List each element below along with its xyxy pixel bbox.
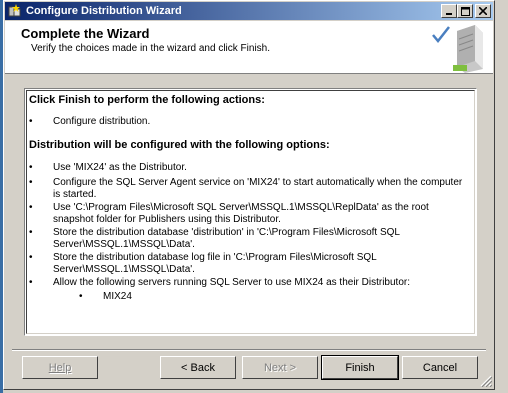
maximize-icon [460,6,470,16]
button-separator [12,349,486,351]
wizard-header: Complete the Wizard Verify the choices m… [5,21,493,74]
list-item: • Use 'C:\Program Files\Microsoft SQL Se… [29,202,429,225]
page-title: Complete the Wizard [21,26,150,41]
list-item: • Configure the SQL Server Agent service… [29,177,463,200]
close-icon [479,7,487,15]
list-item: • Store the distribution database 'distr… [29,227,400,250]
next-button[interactable]: Next > [242,356,318,379]
back-button[interactable]: < Back [160,356,236,379]
minimize-button[interactable] [441,4,457,18]
options-heading: Distribution will be configured with the… [29,139,330,151]
list-item: • Configure distribution. [29,116,151,127]
list-item: • Allow the following servers running SQ… [29,277,411,288]
resize-grip-icon[interactable] [480,375,492,387]
server-list-item: • MIX24 [79,291,132,302]
help-button[interactable]: Help [22,356,98,379]
title-bar[interactable]: Configure Distribution Wizard [5,2,493,20]
wizard-app-icon [7,3,23,19]
server-checkmark-icon [432,25,483,73]
finish-button[interactable]: Finish [321,355,399,380]
summary-panel[interactable]: Click Finish to perform the following ac… [24,88,477,336]
wizard-window: Configure Distribution Wizard Complete t… [3,0,495,390]
window-controls [441,4,491,18]
list-item: • Use 'MIX24' as the Distributor. [29,162,187,173]
page-subtitle: Verify the choices made in the wizard an… [31,43,270,54]
summary-text-area[interactable]: Click Finish to perform the following ac… [26,90,475,334]
actions-heading: Click Finish to perform the following ac… [29,94,265,106]
window-title: Configure Distribution Wizard [26,5,182,17]
close-button[interactable] [475,4,491,18]
maximize-button[interactable] [457,4,473,18]
cancel-button[interactable]: Cancel [402,356,478,379]
minimize-icon [446,13,452,15]
list-item: • Store the distribution database log fi… [29,252,377,275]
